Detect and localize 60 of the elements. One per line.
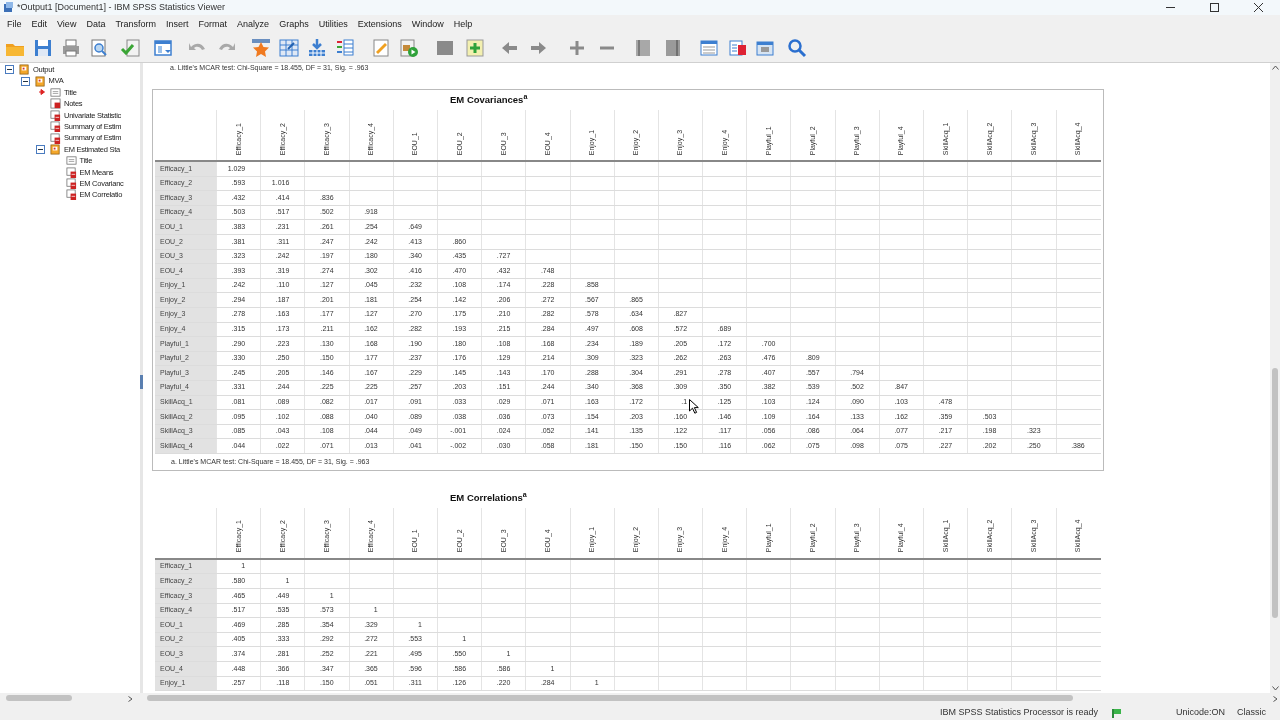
menu-item[interactable]: File bbox=[2, 16, 27, 33]
insert-variable-icon[interactable] bbox=[306, 37, 328, 59]
app-icon bbox=[3, 2, 14, 13]
table-icon bbox=[50, 121, 61, 133]
search-icon[interactable] bbox=[786, 37, 808, 59]
menu-item[interactable]: Window bbox=[406, 16, 449, 33]
menu-item[interactable]: Data bbox=[81, 16, 111, 33]
table-icon bbox=[50, 109, 61, 121]
table-icon bbox=[65, 189, 77, 201]
vertical-scrollbar[interactable] bbox=[1270, 63, 1280, 693]
encoding-status: Unicode:ON bbox=[1176, 705, 1226, 719]
menu-item[interactable]: Extensions bbox=[352, 16, 407, 33]
table-icon bbox=[65, 178, 77, 190]
menu-item[interactable]: Insert bbox=[161, 16, 194, 33]
notes-icon bbox=[50, 98, 61, 110]
scroll-right-icon[interactable] bbox=[128, 696, 133, 702]
menu-item[interactable]: Format bbox=[193, 16, 233, 33]
collapse-toggle[interactable] bbox=[36, 144, 45, 154]
menu-item[interactable]: Utilities bbox=[313, 16, 353, 33]
menu-item[interactable]: Graphs bbox=[274, 16, 314, 33]
mouse-pointer-icon bbox=[689, 399, 699, 414]
table-icon bbox=[50, 132, 61, 144]
dialog-window-icon[interactable] bbox=[152, 37, 174, 59]
menu-item[interactable]: Edit bbox=[26, 16, 53, 33]
run-script-icon[interactable] bbox=[398, 37, 420, 59]
menu-item[interactable]: Transform bbox=[110, 16, 162, 33]
mode-status: Classic bbox=[1237, 705, 1267, 719]
menu-item[interactable]: View bbox=[52, 16, 82, 33]
print-icon[interactable] bbox=[60, 37, 82, 59]
data-editor-icon[interactable] bbox=[726, 37, 748, 59]
scroll-down-icon[interactable] bbox=[1271, 686, 1279, 691]
menu-item[interactable]: Help bbox=[448, 16, 478, 33]
save-icon[interactable] bbox=[32, 37, 54, 59]
star-icon[interactable] bbox=[250, 37, 272, 59]
scrollbar-thumb[interactable] bbox=[147, 695, 1073, 701]
minimize-icon bbox=[1165, 7, 1175, 8]
status-message: IBM SPSS Statistics Processor is ready bbox=[940, 705, 1099, 719]
splitter-handle[interactable] bbox=[140, 375, 143, 389]
scrollbar-thumb[interactable] bbox=[1272, 368, 1278, 618]
processor-status-icon bbox=[1112, 707, 1122, 718]
menu-item[interactable]: Analyze bbox=[232, 16, 275, 33]
value-labels-icon[interactable] bbox=[334, 37, 356, 59]
page-icon bbox=[50, 86, 61, 98]
selected-table-frame[interactable] bbox=[152, 89, 1104, 471]
table-window-icon[interactable] bbox=[698, 37, 720, 59]
scrollbar-thumb[interactable] bbox=[6, 695, 72, 701]
collapse-toggle[interactable] bbox=[20, 76, 30, 86]
table-title: EM Correlations$^{a}$ bbox=[450, 490, 527, 505]
collapse-toggle[interactable] bbox=[5, 65, 14, 75]
edit-document-icon[interactable] bbox=[370, 37, 392, 59]
pivot-table-icon[interactable] bbox=[278, 37, 300, 59]
table-icon bbox=[65, 166, 77, 178]
maximize-icon bbox=[1209, 3, 1219, 12]
table-title: EM Covariances$^{a}$ bbox=[450, 92, 528, 107]
page-icon bbox=[65, 155, 77, 167]
scroll-up-icon[interactable] bbox=[1271, 65, 1279, 70]
scroll-right-icon[interactable] bbox=[1273, 696, 1278, 702]
close-icon bbox=[1253, 3, 1263, 12]
export-icon[interactable] bbox=[120, 37, 142, 59]
window-title: *Output1 [Document1] - IBM SPSS Statistics Viewer bbox=[17, 0, 225, 14]
